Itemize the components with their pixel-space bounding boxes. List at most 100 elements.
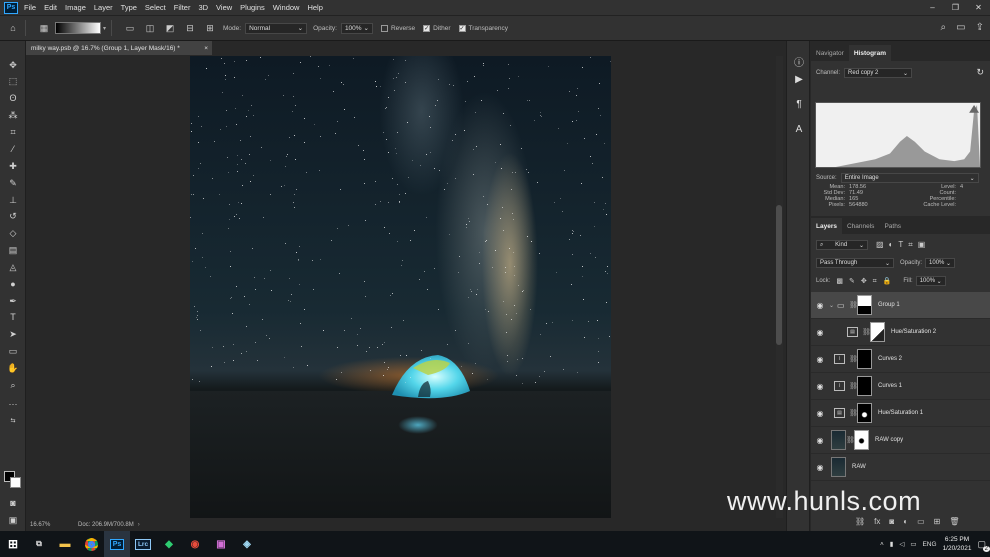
new-group-icon[interactable]: ▭ (917, 517, 925, 526)
presentation-app-icon[interactable]: ▣ (208, 531, 234, 557)
restore-icon[interactable]: ❐ (944, 0, 967, 15)
link-chain-icon[interactable]: ⛓ (849, 355, 858, 363)
quick-selection-tool-icon[interactable]: ⁂ (5, 108, 21, 122)
healing-brush-tool-icon[interactable]: ✚ (5, 159, 21, 173)
link-chain-icon[interactable]: ⛓ (849, 301, 858, 309)
windows-start-icon[interactable]: ⊞ (0, 531, 26, 557)
notes-app-icon[interactable]: ◈ (234, 531, 260, 557)
menu-3d[interactable]: 3D (198, 3, 208, 12)
menu-layer[interactable]: Layer (94, 3, 113, 12)
group-expand-chevron-icon[interactable]: ⌄ (829, 302, 837, 309)
notification-icon[interactable]: ▢ 2 (977, 539, 990, 552)
menu-filter[interactable]: Filter (174, 3, 191, 12)
opacity-input[interactable]: 100% ⌄ (340, 22, 373, 34)
move-tool-icon[interactable]: ✥ (5, 58, 21, 72)
menu-help[interactable]: Help (307, 3, 322, 12)
layer-mask-thumbnail[interactable] (857, 403, 872, 423)
marquee-tool-icon[interactable]: ⬚ (5, 74, 21, 88)
character-icon[interactable]: A (791, 121, 807, 137)
layer-name[interactable]: Group 1 (878, 302, 900, 308)
radial-gradient-icon[interactable]: ◫ (143, 21, 157, 35)
file-explorer-icon[interactable]: ▬ (52, 531, 78, 557)
filter-type-icons[interactable]: ▨◐T⌗▣ (876, 240, 930, 250)
history-brush-tool-icon[interactable]: ↺ (5, 209, 21, 223)
layer-name[interactable]: Curves 2 (878, 356, 902, 362)
diamond-gradient-icon[interactable]: ⊞ (203, 21, 217, 35)
crop-tool-icon[interactable]: ⌗ (5, 125, 21, 139)
link-chain-icon[interactable]: ⛓ (849, 409, 858, 417)
app-green-icon[interactable]: ◆ (156, 531, 182, 557)
filter-kind-select[interactable]: ⌕ Kind ⌄ (816, 240, 868, 250)
swap-colors-icon[interactable]: ⇆ (5, 413, 21, 427)
actions-play-icon[interactable]: ▶ (791, 71, 807, 87)
taskbar-clock[interactable]: 6:25 PM 1/20/2021 (943, 535, 972, 553)
dodge-tool-icon[interactable]: ● (5, 277, 21, 291)
document-canvas-image[interactable] (190, 56, 611, 519)
visibility-eye-icon[interactable]: ◉ (811, 355, 829, 364)
layer-mask-thumbnail[interactable] (857, 295, 872, 315)
dither-checkbox[interactable]: ✓ (423, 24, 431, 32)
network-icon[interactable]: ▮ (890, 540, 894, 548)
task-view-icon[interactable]: ⧉ (26, 531, 52, 557)
gradient-tool-preset-icon[interactable]: ▦ (37, 21, 51, 35)
menu-select[interactable]: Select (145, 3, 166, 12)
blend-mode-select[interactable]: Pass Through ⌄ (816, 258, 894, 268)
visibility-eye-icon[interactable]: ◉ (811, 409, 829, 418)
tab-close-icon[interactable]: × (204, 45, 208, 52)
reflected-gradient-icon[interactable]: ⊟ (183, 21, 197, 35)
visibility-eye-icon[interactable]: ◉ (811, 328, 829, 337)
menu-file[interactable]: File (24, 3, 36, 12)
gradient-tool-icon[interactable]: ▤ (5, 243, 21, 257)
info-icon[interactable]: ⓘ (791, 53, 807, 69)
layer-mask-thumbnail[interactable] (857, 349, 872, 369)
tab-layers[interactable]: Layers (811, 218, 842, 234)
fill-input[interactable]: 100% ⌄ (915, 276, 946, 286)
layer-name[interactable]: RAW (852, 464, 866, 470)
minimize-icon[interactable]: – (921, 0, 944, 15)
menu-edit[interactable]: Edit (44, 3, 57, 12)
tab-navigator[interactable]: Navigator (811, 45, 849, 61)
menu-image[interactable]: Image (65, 3, 86, 12)
trash-icon[interactable]: 🗑 (949, 517, 959, 526)
chrome-icon[interactable] (78, 531, 104, 557)
screen-mode-icon[interactable]: ▣ (5, 513, 21, 527)
transparency-checkbox[interactable]: ✓ (458, 24, 466, 32)
visibility-eye-icon[interactable]: ◉ (811, 436, 829, 445)
layer-mask-thumbnail[interactable] (857, 376, 872, 396)
layer-row-raw-copy[interactable]: ◉ ⛓ RAW copy (811, 427, 990, 454)
layer-row-group-1[interactable]: ◉ ⌄ ▭ ⛓ Group 1 (811, 292, 990, 319)
link-chain-icon[interactable]: ⛓ (846, 436, 855, 444)
add-mask-icon[interactable]: ◙ (889, 517, 894, 526)
lock-icons[interactable]: ▩✎✥⌗🔒 (836, 277, 897, 286)
layer-opacity-input[interactable]: 100% ⌄ (925, 258, 956, 268)
status-chevron-icon[interactable]: › (138, 522, 140, 528)
visibility-eye-icon[interactable]: ◉ (811, 301, 829, 310)
battery-icon[interactable]: ▭ (910, 540, 916, 548)
close-icon[interactable]: ✕ (967, 0, 990, 15)
layer-row-curves-1[interactable]: ◉ ⌇ ⛓ Curves 1 (811, 373, 990, 400)
clone-stamp-tool-icon[interactable]: ⊥ (5, 193, 21, 207)
link-layers-icon[interactable]: ⛓ (855, 517, 865, 526)
gradient-preview-swatch[interactable] (55, 22, 101, 34)
new-layer-icon[interactable]: ⊞ (934, 517, 941, 526)
tab-histogram[interactable]: Histogram (848, 45, 891, 61)
zoom-tool-icon[interactable]: ⌕ (5, 378, 21, 392)
lightroom-classic-icon[interactable]: Lrc (130, 531, 156, 557)
lasso-tool-icon[interactable]: ʘ (5, 91, 21, 105)
home-icon[interactable]: ⌂ (6, 21, 20, 35)
reverse-checkbox[interactable] (380, 24, 388, 32)
tab-paths[interactable]: Paths (879, 218, 906, 234)
menu-plugins[interactable]: Plugins (240, 3, 265, 12)
refresh-icon[interactable]: ↻ (976, 67, 984, 78)
tab-channels[interactable]: Channels (842, 218, 879, 234)
paragraph-icon[interactable]: ¶ (791, 96, 807, 112)
brush-tool-icon[interactable]: ✎ (5, 176, 21, 190)
chevron-down-icon[interactable]: ▾ (103, 25, 106, 32)
screen-recorder-icon[interactable]: ◉ (182, 531, 208, 557)
angle-gradient-icon[interactable]: ◩ (163, 21, 177, 35)
rectangle-tool-icon[interactable]: ▭ (5, 344, 21, 358)
visibility-eye-icon[interactable]: ◉ (811, 463, 829, 472)
language-indicator[interactable]: ENG (922, 541, 936, 548)
layer-name[interactable]: Hue/Saturation 1 (878, 410, 923, 416)
volume-icon[interactable]: ◁ (899, 540, 904, 548)
